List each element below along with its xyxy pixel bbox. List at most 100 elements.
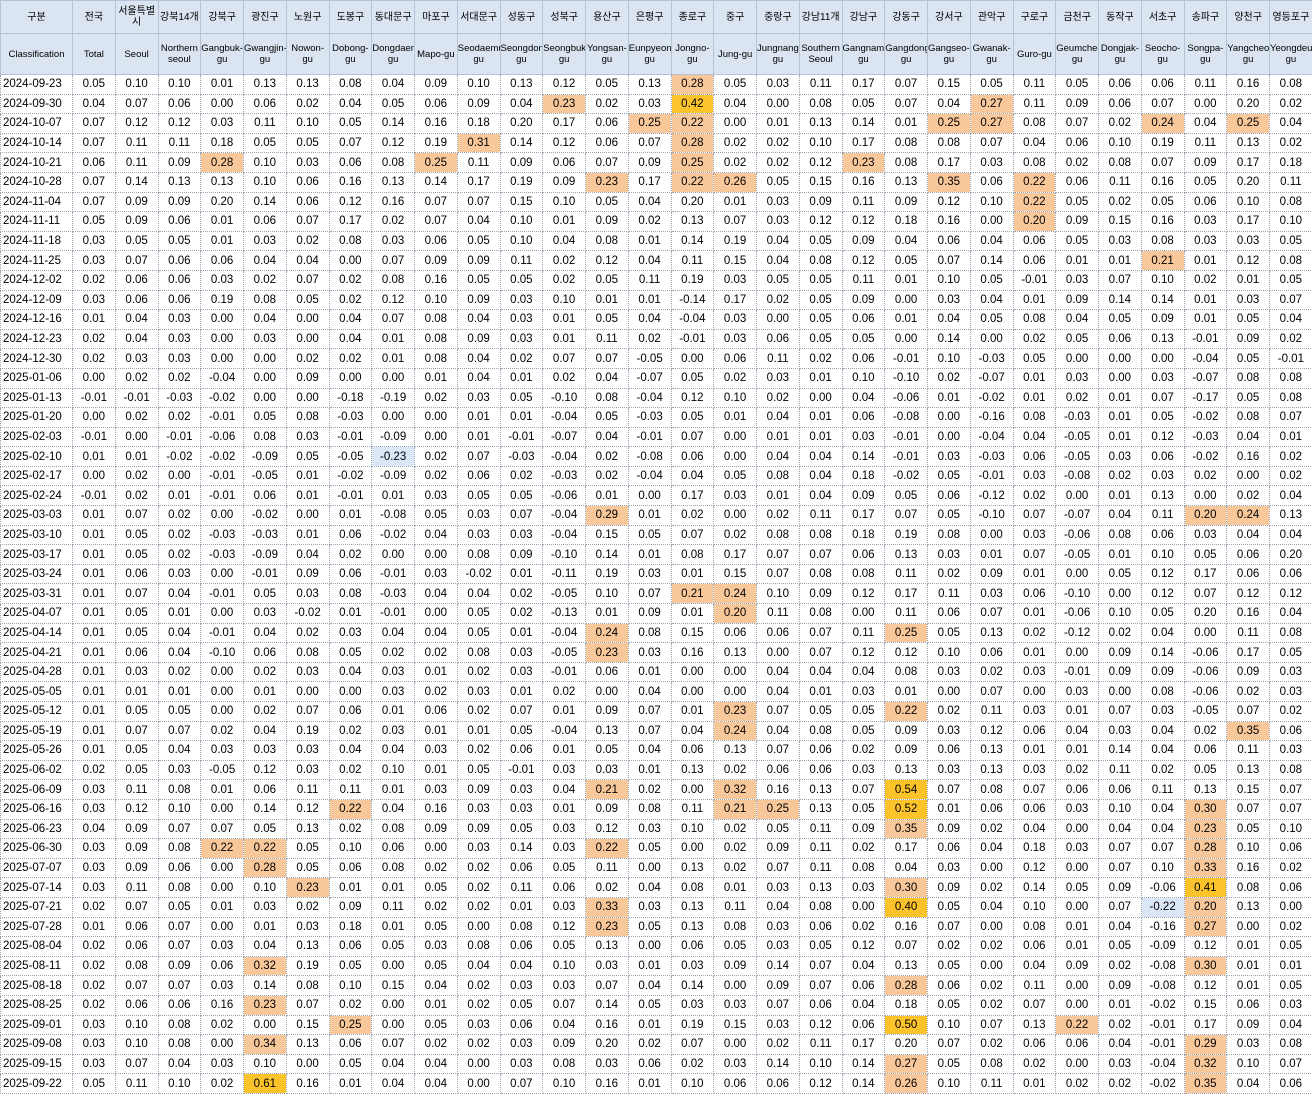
row-date: 2024-11-25 bbox=[1, 251, 73, 271]
table-cell: 0.06 bbox=[842, 310, 885, 330]
table-cell: 0.04 bbox=[628, 310, 671, 330]
table-row: 2025-06-160.030.120.100.000.140.120.220.… bbox=[1, 799, 1312, 819]
table-cell: 0.01 bbox=[671, 564, 714, 584]
table-cell: 0.07 bbox=[73, 133, 116, 153]
table-cell: 0.11 bbox=[1184, 75, 1227, 95]
table-cell: 0.00 bbox=[457, 1054, 500, 1074]
table-cell: 0.04 bbox=[628, 251, 671, 271]
table-cell: 0.10 bbox=[115, 1015, 158, 1035]
table-cell: 0.05 bbox=[73, 75, 116, 95]
table-cell: 0.06 bbox=[714, 349, 757, 369]
table-cell: 0.34 bbox=[244, 1035, 287, 1055]
table-cell: 0.03 bbox=[1270, 995, 1312, 1015]
table-cell: 0.03 bbox=[1270, 682, 1312, 702]
table-cell: 0.02 bbox=[115, 408, 158, 428]
table-cell: 0.01 bbox=[372, 780, 415, 800]
table-cell: 0.14 bbox=[244, 976, 287, 996]
table-cell: 0.03 bbox=[457, 388, 500, 408]
row-date: 2024-12-30 bbox=[1, 349, 73, 369]
table-cell: 0.04 bbox=[372, 799, 415, 819]
table-cell: 0.06 bbox=[970, 799, 1013, 819]
column-header-kr: 성동구 bbox=[500, 1, 543, 34]
table-cell: 0.04 bbox=[158, 643, 201, 663]
table-cell: 0.02 bbox=[329, 721, 372, 741]
table-cell: 0.16 bbox=[415, 270, 458, 290]
table-cell: 0.01 bbox=[543, 702, 586, 722]
table-cell: 0.18 bbox=[1270, 153, 1312, 173]
table-cell: 0.06 bbox=[1141, 75, 1184, 95]
table-cell: 0.06 bbox=[1270, 878, 1312, 898]
table-cell: 0.08 bbox=[799, 251, 842, 271]
table-cell: 0.03 bbox=[1099, 1054, 1142, 1074]
table-cell: 0.00 bbox=[1099, 584, 1142, 604]
table-cell: 0.07 bbox=[543, 349, 586, 369]
table-cell: 0.05 bbox=[842, 721, 885, 741]
table-cell: 0.03 bbox=[1013, 662, 1056, 682]
table-cell: 0.02 bbox=[757, 506, 800, 526]
table-cell: 0.09 bbox=[1141, 662, 1184, 682]
table-cell: 0.06 bbox=[329, 702, 372, 722]
table-cell: 0.20 bbox=[500, 114, 543, 134]
table-cell: 0.12 bbox=[842, 937, 885, 957]
table-cell: 0.04 bbox=[1227, 427, 1270, 447]
table-cell: 0.05 bbox=[1141, 408, 1184, 428]
table-cell: 0.14 bbox=[244, 192, 287, 212]
table-cell: 0.04 bbox=[244, 937, 287, 957]
table-cell: 0.17 bbox=[842, 75, 885, 95]
table-cell: 0.04 bbox=[457, 368, 500, 388]
table-cell: 0.01 bbox=[73, 662, 116, 682]
table-cell: 0.06 bbox=[543, 153, 586, 173]
table-cell: 0.01 bbox=[714, 192, 757, 212]
table-cell: 0.07 bbox=[714, 212, 757, 232]
table-cell: 0.03 bbox=[671, 956, 714, 976]
column-header-en: Gangnam-gu bbox=[842, 34, 885, 75]
table-cell: 0.04 bbox=[1184, 114, 1227, 134]
table-cell: 0.05 bbox=[115, 623, 158, 643]
table-cell: 0.04 bbox=[842, 956, 885, 976]
table-cell: 0.12 bbox=[286, 799, 329, 819]
table-cell: 0.00 bbox=[714, 976, 757, 996]
column-header-kr: 강서구 bbox=[928, 1, 971, 34]
table-cell: 0.04 bbox=[1099, 1035, 1142, 1055]
row-date: 2025-09-22 bbox=[1, 1074, 73, 1094]
table-row: 2024-12-300.020.030.030.000.000.020.020.… bbox=[1, 349, 1312, 369]
table-cell: 0.02 bbox=[73, 760, 116, 780]
table-cell: 0.08 bbox=[415, 310, 458, 330]
table-cell: 0.27 bbox=[970, 114, 1013, 134]
table-cell: 0.03 bbox=[1013, 702, 1056, 722]
table-cell: 0.23 bbox=[1184, 819, 1227, 839]
table-cell: 0.06 bbox=[329, 937, 372, 957]
table-cell: 0.10 bbox=[244, 172, 287, 192]
table-cell: 0.11 bbox=[970, 1074, 1013, 1094]
table-cell: 0.16 bbox=[201, 995, 244, 1015]
table-cell: 0.07 bbox=[1227, 702, 1270, 722]
table-row: 2025-02-03-0.010.00-0.01-0.060.080.03-0.… bbox=[1, 427, 1312, 447]
table-cell: 0.09 bbox=[115, 192, 158, 212]
table-cell: -0.08 bbox=[1141, 956, 1184, 976]
table-cell: -0.06 bbox=[1184, 643, 1227, 663]
table-cell: 0.13 bbox=[671, 760, 714, 780]
table-cell: 0.00 bbox=[1056, 819, 1099, 839]
table-cell: 0.03 bbox=[73, 290, 116, 310]
table-cell: 0.02 bbox=[457, 702, 500, 722]
table-cell: -0.08 bbox=[1056, 466, 1099, 486]
table-cell: 0.06 bbox=[1184, 741, 1227, 761]
table-cell: 0.09 bbox=[158, 192, 201, 212]
table-cell: 0.01 bbox=[1227, 937, 1270, 957]
table-cell: 0.50 bbox=[885, 1015, 928, 1035]
table-cell: 0.12 bbox=[1184, 937, 1227, 957]
table-cell: 0.02 bbox=[73, 995, 116, 1015]
table-cell: 0.17 bbox=[1227, 212, 1270, 232]
table-cell: 0.00 bbox=[970, 212, 1013, 232]
table-cell: 0.05 bbox=[115, 545, 158, 565]
table-cell: 0.01 bbox=[1270, 427, 1312, 447]
table-cell: 0.10 bbox=[757, 584, 800, 604]
table-cell: 0.00 bbox=[970, 917, 1013, 937]
table-cell: 0.04 bbox=[928, 94, 971, 114]
table-cell: 0.00 bbox=[714, 1035, 757, 1055]
table-cell: 0.13 bbox=[671, 858, 714, 878]
table-cell: 0.11 bbox=[586, 858, 629, 878]
table-cell: 0.25 bbox=[928, 114, 971, 134]
table-cell: 0.02 bbox=[372, 212, 415, 232]
table-cell: 0.00 bbox=[201, 702, 244, 722]
